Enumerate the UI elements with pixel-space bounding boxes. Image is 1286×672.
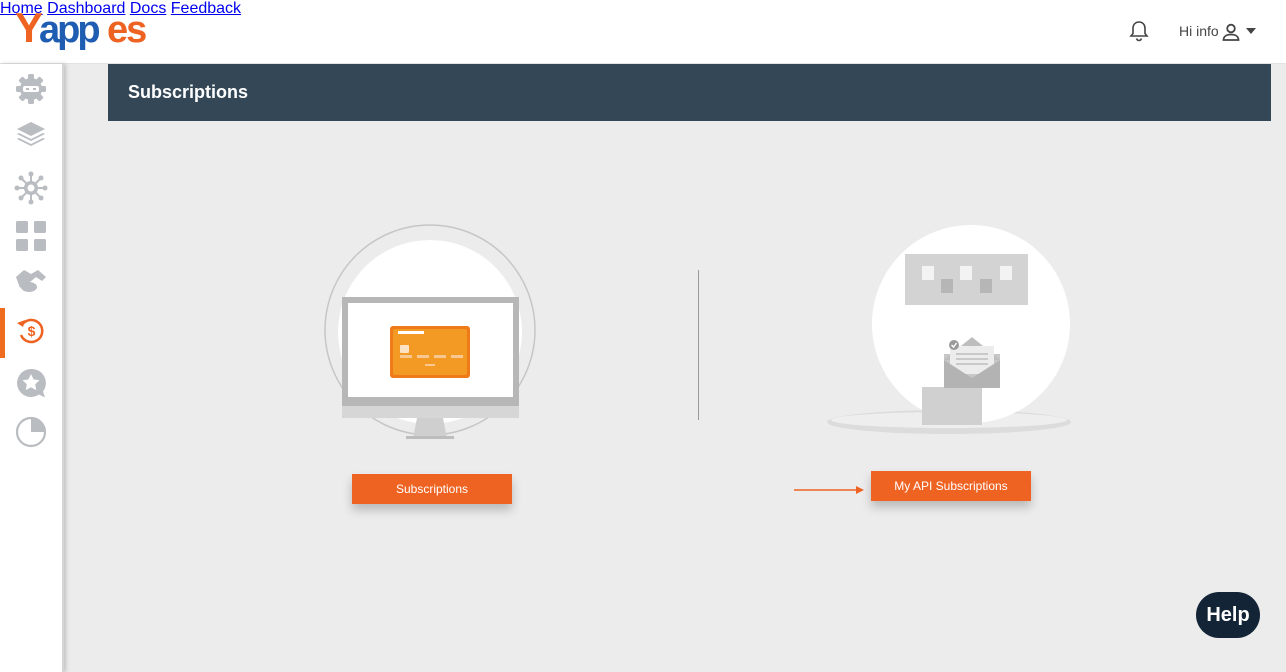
caret-down-icon[interactable]: [1246, 28, 1256, 34]
sidebar-item-analytics[interactable]: [0, 409, 62, 455]
page-title: Subscriptions: [128, 82, 249, 102]
handshake-icon: [16, 270, 46, 292]
vertical-divider: [698, 270, 699, 420]
yappes-logo[interactable]: Y app es: [15, 6, 165, 56]
top-navbar: Y app es Home Dashboard Docs Feedback Hi…: [0, 0, 1286, 64]
sidebar-item-network[interactable]: [0, 165, 62, 211]
svg-text:app: app: [39, 9, 99, 51]
pie-chart-icon: [15, 416, 47, 448]
sidebar-item-apps[interactable]: [0, 213, 62, 259]
network-hub-icon: [14, 171, 48, 205]
svg-text:$: $: [28, 323, 36, 339]
subscriptions-button[interactable]: Subscriptions: [352, 474, 512, 504]
page-header: Subscriptions: [108, 64, 1271, 121]
sidebar-item-partners[interactable]: [0, 258, 62, 304]
sidebar-item-layers[interactable]: [0, 112, 62, 158]
user-greeting[interactable]: Hi info: [1179, 23, 1219, 39]
api-gear-icon: [16, 74, 46, 104]
arrow-right-indicator: [794, 486, 864, 494]
help-button[interactable]: Help: [1196, 592, 1260, 638]
sidebar-item-subscriptions[interactable]: $: [0, 308, 62, 358]
sidebar: $: [0, 64, 64, 672]
grid-icon: [16, 221, 46, 251]
api-mailbox-illustration: [827, 225, 1071, 434]
dollar-refresh-icon: $: [17, 318, 44, 344]
star-review-icon: [17, 368, 46, 398]
svg-text:es: es: [107, 9, 146, 51]
my-api-subscriptions-button[interactable]: My API Subscriptions: [871, 471, 1031, 501]
sidebar-item-api-settings[interactable]: [0, 66, 62, 112]
layers-icon: [17, 122, 45, 146]
bell-icon[interactable]: [1128, 19, 1150, 43]
monitor-credit-card-illustration: [324, 224, 536, 439]
nav-feedback[interactable]: Feedback: [171, 0, 241, 17]
user-icon[interactable]: [1221, 22, 1241, 42]
sidebar-item-reviews[interactable]: [0, 360, 62, 406]
